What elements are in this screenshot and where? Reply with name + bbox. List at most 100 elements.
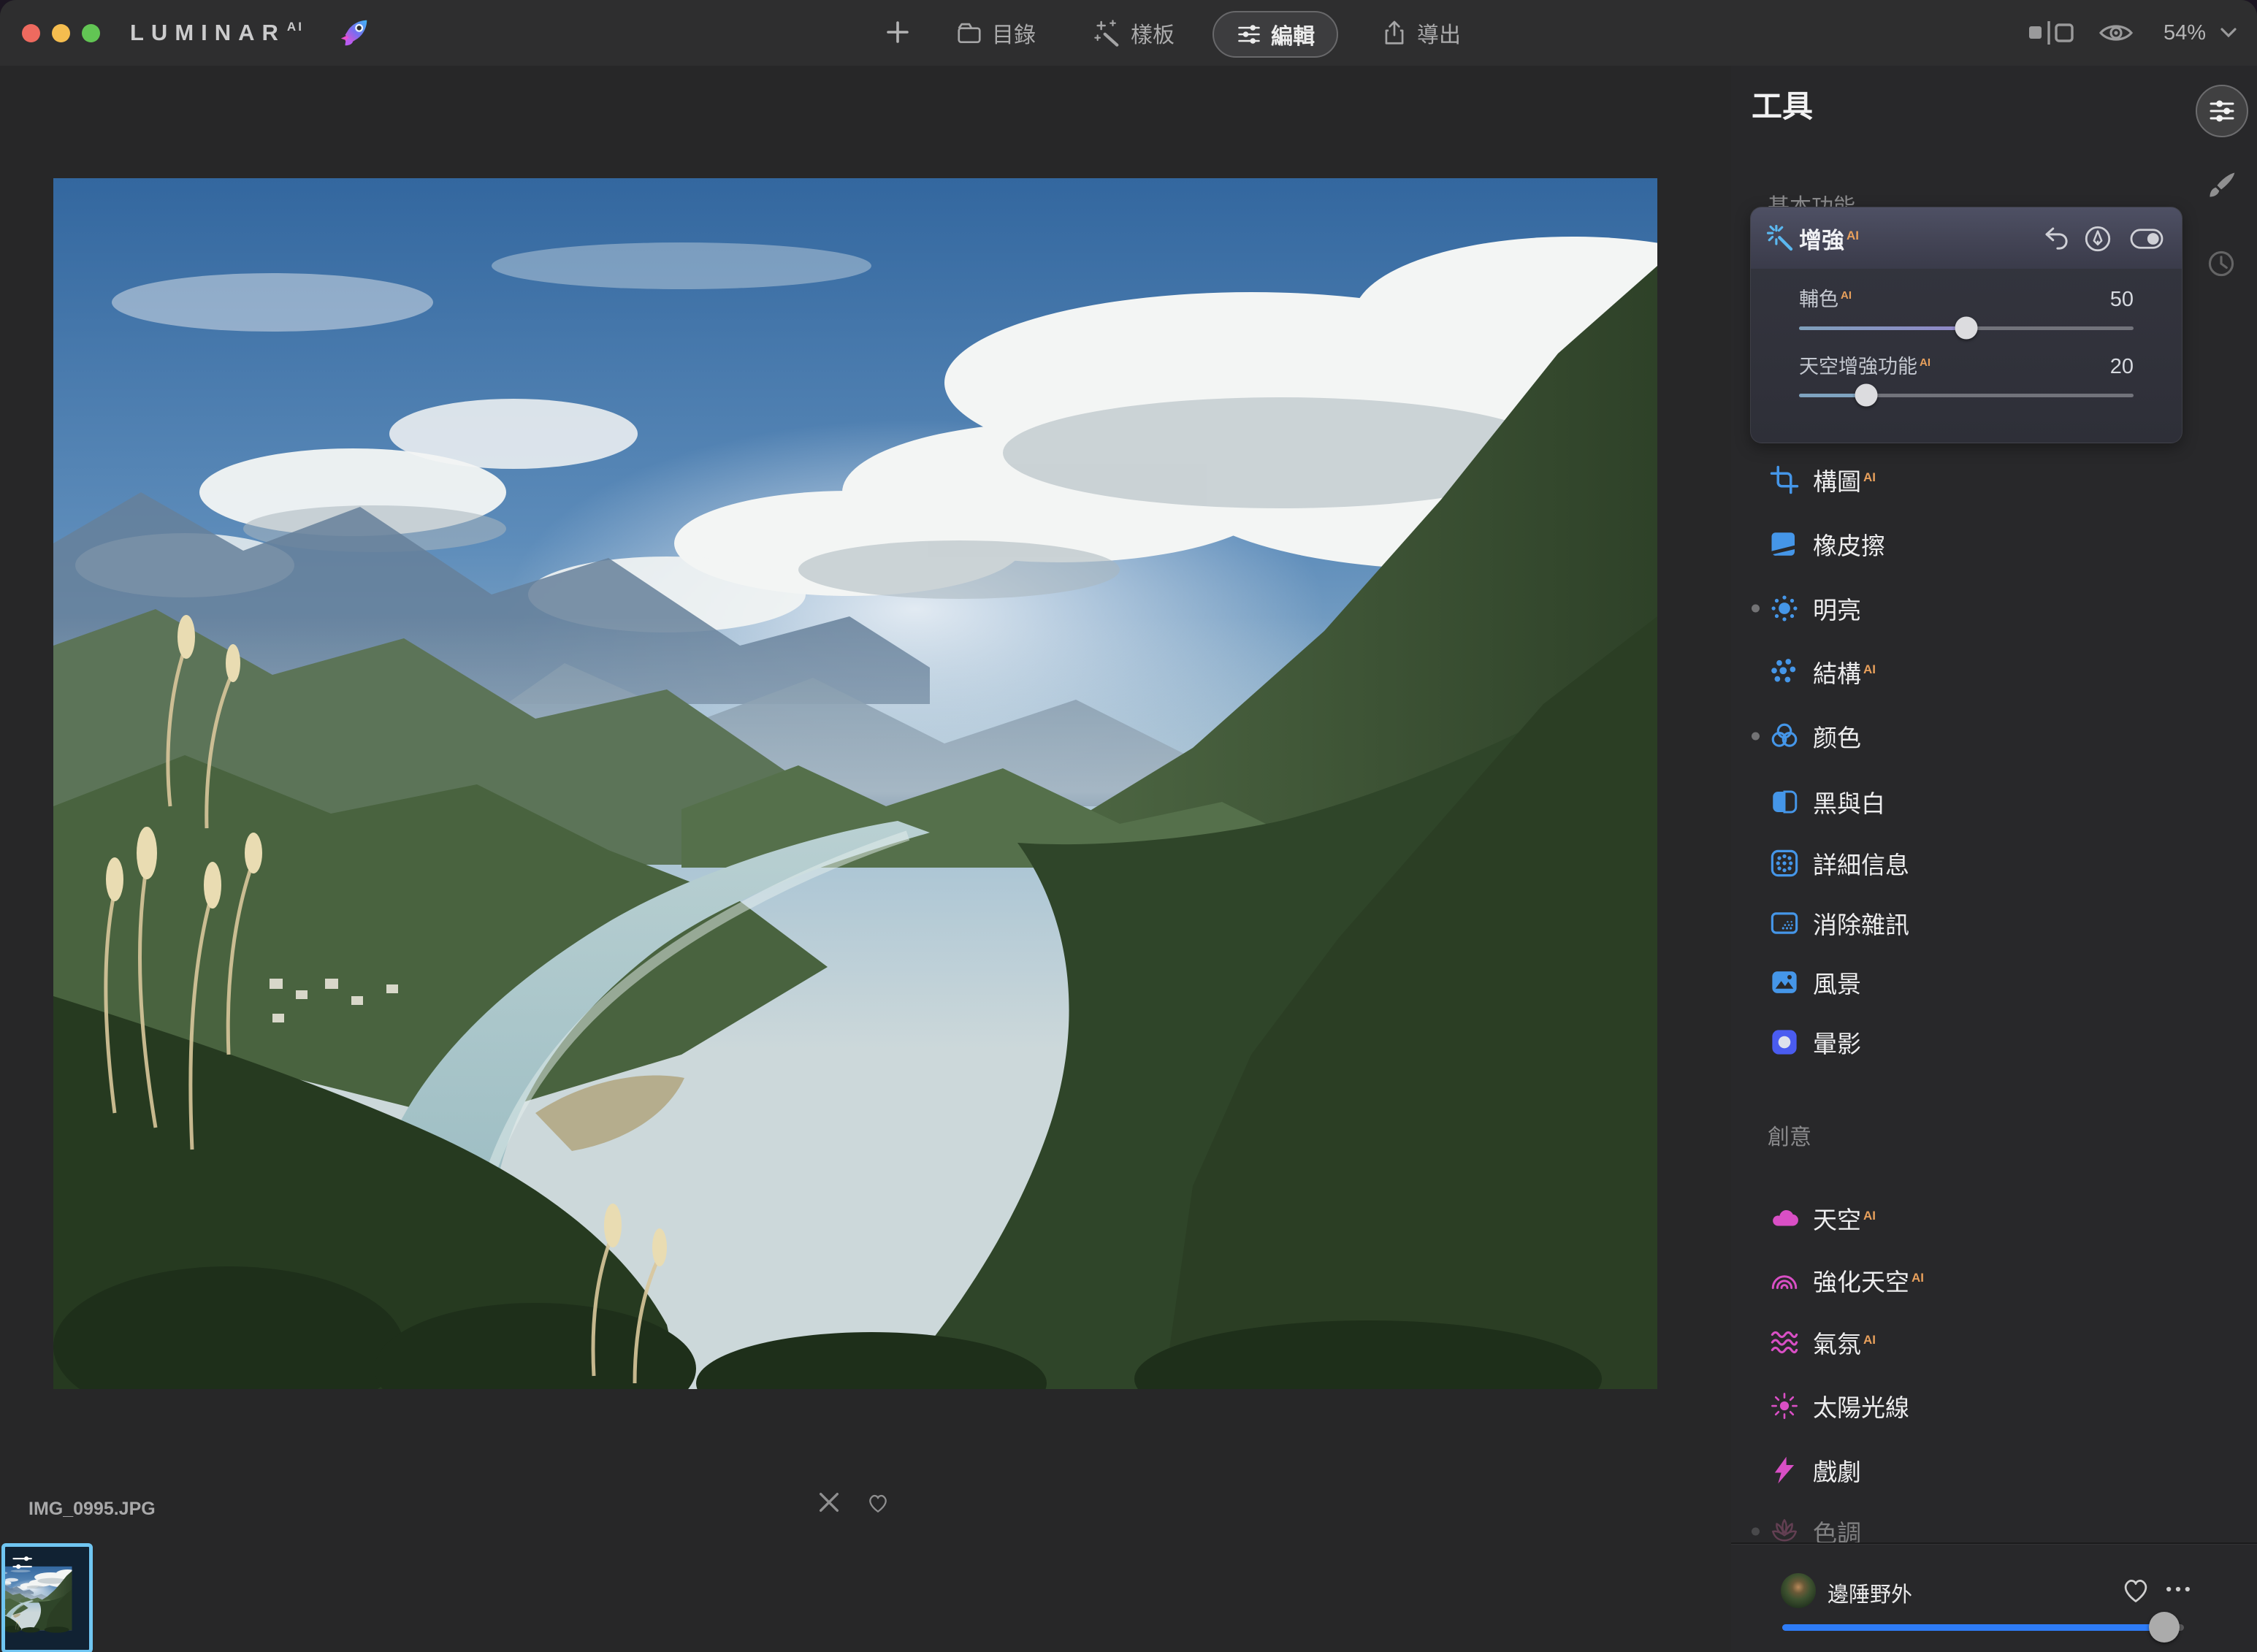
tool-item-dramatic[interactable]: 戲劇 [1750,1447,2184,1494]
tool-item-color[interactable]: 颜色 [1750,713,2184,760]
adjustments-icon [1236,21,1262,47]
close-x-icon [817,1489,841,1515]
photo-filename: IMG_0995.JPG [28,1499,156,1520]
rail-adjustments-button[interactable] [2196,85,2248,137]
tool-item-structure[interactable]: 結構AI [1750,649,2184,695]
enhance-panel: 增強AI 輔色AI 50 [1750,207,2182,443]
slider-accent-label: 輔色AI [1799,283,1852,312]
app-logo: LUMINARAI [130,0,304,66]
toggle-on-icon[interactable] [2128,223,2166,254]
history-clock-icon [2205,248,2237,280]
tool-item-sunrays[interactable]: 太陽光線 [1750,1383,2184,1429]
heart-icon [866,1489,890,1515]
sidebar-title: 工具 [1752,82,1813,126]
favorite-template-heart-icon[interactable] [2120,1573,2152,1605]
atmosphere-waves-icon [1769,1327,1800,1358]
section-creative: 創意 [1768,1119,1811,1151]
slider-accent-thumb[interactable] [1955,317,1978,340]
traffic-lights [22,0,100,66]
slider-accent-ai: 輔色AI 50 [1799,283,2134,330]
slider-accent-value: 50 [2110,288,2134,312]
brush-icon [2205,169,2237,201]
reject-photo-button[interactable] [812,1485,846,1519]
zoom-level-control[interactable]: 54% [2164,0,2241,66]
minimize-window-button[interactable] [52,24,70,42]
close-window-button[interactable] [22,24,40,42]
details-grid-icon [1769,848,1800,879]
modified-dot [1752,733,1760,741]
plus-icon [884,18,912,46]
template-intensity-thumb[interactable] [2149,1612,2180,1643]
slider-sky-enhancer-ai: 天空增強功能AI 20 [1799,351,2134,397]
slider-accent-fill [1799,326,1966,330]
photo-view[interactable] [53,178,1657,1389]
modified-dot [1752,1528,1760,1536]
logo-text: LUMINAR [130,20,286,46]
add-photos-button[interactable] [879,17,912,49]
folder-icon [955,19,983,47]
adjustments-icon [2207,96,2237,126]
denoise-icon [1769,908,1800,938]
slider-accent-track[interactable] [1799,326,2134,330]
tool-item-erase[interactable]: 橡皮擦 [1750,521,2184,567]
filmstrip-thumbnail-selected[interactable] [1,1543,93,1652]
logo-ai-superscript: AI [287,20,304,34]
black-white-icon [1769,787,1800,817]
sun-rays-icon [1769,1391,1800,1421]
edit-mask-icon[interactable] [2082,223,2113,254]
fullscreen-window-button[interactable] [82,24,100,42]
preview-toggle-button[interactable] [2098,0,2134,66]
tab-catalog[interactable]: 目錄 [955,0,1036,66]
compare-view-button[interactable] [2026,0,2082,66]
enhance-panel-header[interactable]: 增強AI [1751,207,2182,269]
tool-item-denoise[interactable]: 消除雜訊 [1750,900,2184,947]
tool-item-light[interactable]: 明亮 [1750,585,2184,632]
tab-edit-label: 編輯 [1271,18,1315,50]
more-options-icon[interactable] [2162,1573,2194,1605]
favorite-photo-button[interactable] [861,1485,895,1519]
rail-history-button[interactable] [2204,247,2238,280]
eye-icon [2098,17,2134,49]
edited-badge-icon [11,1553,36,1575]
undo-icon[interactable] [2042,223,2072,254]
tab-templates[interactable]: 樣板 [1093,0,1175,66]
tab-edit-active[interactable]: 編輯 [1212,11,1338,58]
vignette-icon [1769,1027,1800,1058]
template-name: 邊陲野外 [1828,1578,1912,1608]
editor-canvas: IMG_0995.JPG [0,66,1731,1652]
augmented-sky-icon [1769,1265,1800,1296]
landscape-icon [1769,967,1800,998]
template-bar: 邊陲野外 [1731,1542,2257,1652]
enhance-ai-badge: AI [1847,229,1859,242]
tool-item-black-white[interactable]: 黑與白 [1750,779,2184,825]
chevron-down-icon [2216,26,2241,40]
crop-icon [1769,464,1800,495]
compare-icon [2026,17,2082,49]
tool-item-augmented-sky[interactable]: 強化天空AI [1750,1257,2184,1304]
tool-item-landscape[interactable]: 風景 [1750,959,2184,1006]
color-circles-icon [1769,721,1800,752]
rail-edits-brush-button[interactable] [2204,168,2238,202]
luminar-window: LUMINARAI 目錄 [0,0,2257,1652]
tab-templates-label: 樣板 [1131,17,1175,49]
modified-dot [1752,605,1760,613]
template-thumbnail[interactable] [1781,1573,1816,1608]
slider-sky-enhancer-track[interactable] [1799,394,2134,397]
tool-item-sky-ai[interactable]: 天空AI [1750,1195,2184,1242]
enhance-title: 增強AI [1799,222,1859,255]
tab-export[interactable]: 導出 [1380,0,1461,66]
export-share-icon [1380,19,1408,47]
top-toolbar: LUMINARAI 目錄 [0,0,2257,66]
tab-export-label: 導出 [1417,17,1461,49]
tool-item-atmosphere[interactable]: 氣氛AI [1750,1319,2184,1366]
magic-wand-icon [1093,18,1122,47]
tool-item-composition[interactable]: 構圖AI [1750,456,2184,503]
template-intensity-track[interactable] [1782,1624,2184,1631]
sky-cloud-icon [1769,1203,1800,1234]
slider-sky-enhancer-thumb[interactable] [1855,384,1877,407]
tool-item-vignette[interactable]: 暈影 [1750,1019,2184,1066]
template-intensity-fill [1782,1624,2164,1631]
enhance-sparkle-icon [1765,223,1796,254]
slider-sky-enhancer-label: 天空增強功能AI [1799,351,1931,379]
tool-item-details[interactable]: 詳細信息 [1750,840,2184,887]
